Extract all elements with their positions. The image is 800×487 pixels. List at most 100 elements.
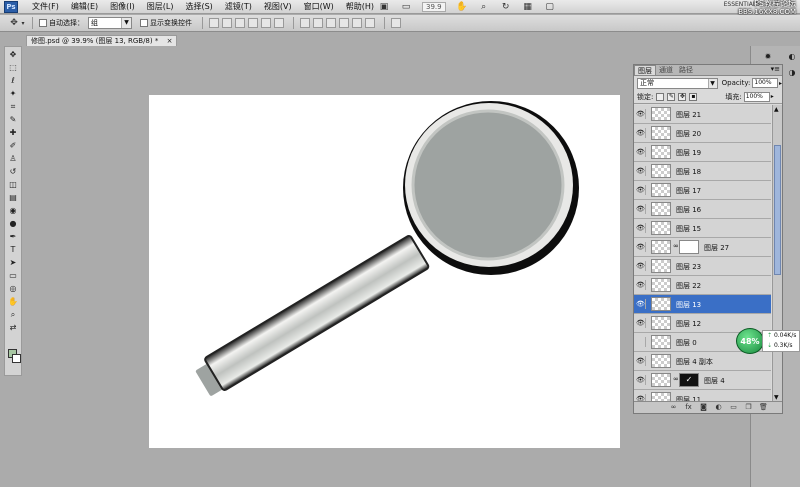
clone-stamp-tool-icon[interactable]: ♙ bbox=[6, 153, 20, 164]
close-icon[interactable]: × bbox=[167, 37, 173, 45]
layer-style-icon[interactable]: fx bbox=[684, 403, 693, 412]
gradient-tool-icon[interactable]: ▤ bbox=[6, 192, 20, 203]
pen-tool-icon[interactable]: ✒ bbox=[6, 231, 20, 242]
layer-thumbnail[interactable] bbox=[651, 297, 671, 311]
document-canvas[interactable] bbox=[149, 95, 620, 448]
layer-thumbnail[interactable] bbox=[651, 221, 671, 235]
marquee-tool-icon[interactable]: ⬚ bbox=[6, 62, 20, 73]
blend-mode-dropdown[interactable]: 正常 ▼ bbox=[637, 77, 718, 89]
layer-row[interactable]: 👁 图层 20 bbox=[634, 124, 771, 143]
layer-row[interactable]: 👁 图层 16 bbox=[634, 200, 771, 219]
distribute-hcenter-button[interactable] bbox=[352, 18, 362, 28]
zoom-tool-icon[interactable]: ⌕ bbox=[478, 2, 490, 13]
tab-paths[interactable]: 路径 bbox=[676, 65, 696, 75]
lasso-tool-icon[interactable]: ℓ bbox=[6, 75, 20, 86]
panel-menu-icon[interactable]: ▾≡ bbox=[771, 65, 780, 73]
menu-window[interactable]: 窗口(W) bbox=[304, 1, 334, 12]
visibility-eye-icon[interactable]: 👁 bbox=[636, 204, 646, 214]
layer-row[interactable]: 👁 图层 13 bbox=[634, 295, 771, 314]
layer-row[interactable]: 👁 图层 18 bbox=[634, 162, 771, 181]
visibility-eye-icon[interactable]: 👁 bbox=[636, 299, 646, 309]
layer-thumbnail[interactable] bbox=[651, 202, 671, 216]
layer-thumbnail[interactable] bbox=[651, 107, 671, 121]
view-extras-icon[interactable]: ▭ bbox=[400, 2, 412, 13]
shape-tool-icon[interactable]: ▭ bbox=[6, 270, 20, 281]
distribute-left-button[interactable] bbox=[339, 18, 349, 28]
move-tool-icon[interactable]: ✥ bbox=[6, 49, 20, 60]
distribute-bottom-button[interactable] bbox=[326, 18, 336, 28]
delete-layer-icon[interactable]: 🗑 bbox=[759, 403, 768, 412]
menu-image[interactable]: 图像(I) bbox=[110, 1, 135, 12]
layer-thumbnail[interactable] bbox=[651, 164, 671, 178]
menu-view[interactable]: 视图(V) bbox=[264, 1, 292, 12]
menu-layer[interactable]: 图层(L) bbox=[147, 1, 174, 12]
screen-mode-icon[interactable]: ▢ bbox=[544, 2, 556, 13]
align-hcenter-button[interactable] bbox=[261, 18, 271, 28]
swap-colors-icon[interactable]: ⇄ bbox=[6, 322, 20, 333]
link-icon[interactable]: ∞ bbox=[673, 242, 679, 250]
layer-row[interactable]: 👁 图层 4 副本 bbox=[634, 352, 771, 371]
eraser-tool-icon[interactable]: ◫ bbox=[6, 179, 20, 190]
chevron-right-icon[interactable]: ▸ bbox=[771, 93, 774, 100]
brush-tool-icon[interactable]: ✐ bbox=[6, 140, 20, 151]
history-brush-tool-icon[interactable]: ↺ bbox=[6, 166, 20, 177]
zoom-tool-icon[interactable]: ⌕ bbox=[6, 309, 20, 320]
distribute-right-button[interactable] bbox=[365, 18, 375, 28]
layer-row[interactable]: 👁 ∞ ✓ 图层 4 bbox=[634, 371, 771, 390]
visibility-eye-icon[interactable]: 👁 bbox=[636, 185, 646, 195]
opacity-input[interactable]: 100% bbox=[752, 78, 778, 88]
path-selection-tool-icon[interactable]: ➤ bbox=[6, 257, 20, 268]
layer-row[interactable]: 👁 图层 23 bbox=[634, 257, 771, 276]
network-usage-ball[interactable]: 48% bbox=[736, 328, 764, 354]
rotate-view-icon[interactable]: ↻ bbox=[500, 2, 512, 13]
3d-rotate-tool-icon[interactable]: ◎ bbox=[6, 283, 20, 294]
auto-align-layers-button[interactable] bbox=[391, 18, 401, 28]
dodge-tool-icon[interactable]: ● bbox=[6, 218, 20, 229]
align-right-button[interactable] bbox=[274, 18, 284, 28]
align-left-button[interactable] bbox=[248, 18, 258, 28]
distribute-top-button[interactable] bbox=[300, 18, 310, 28]
adjustments-icon[interactable]: ◐ bbox=[787, 52, 797, 62]
layer-thumbnail[interactable] bbox=[651, 335, 671, 349]
zoom-level[interactable]: 39.9 bbox=[422, 2, 446, 12]
visibility-eye-icon[interactable]: 👁 bbox=[636, 261, 646, 271]
link-icon[interactable]: ∞ bbox=[673, 375, 679, 383]
visibility-eye-icon[interactable]: 👁 bbox=[636, 223, 646, 233]
styles-icon[interactable]: ◑ bbox=[787, 68, 797, 78]
menu-filter[interactable]: 滤镜(T) bbox=[225, 1, 252, 12]
lock-image-icon[interactable]: ✎ bbox=[667, 92, 676, 101]
visibility-eye-icon[interactable]: 👁 bbox=[636, 375, 646, 385]
layer-row[interactable]: 👁 图层 21 bbox=[634, 105, 771, 124]
visibility-eye-icon[interactable]: 👁 bbox=[636, 166, 646, 176]
link-layers-icon[interactable]: ∞ bbox=[669, 403, 678, 412]
layer-thumbnail[interactable] bbox=[651, 183, 671, 197]
scroll-up-icon[interactable]: ▲ bbox=[774, 106, 779, 113]
lock-position-icon[interactable]: ✥ bbox=[678, 92, 687, 101]
menu-edit[interactable]: 编辑(E) bbox=[71, 1, 98, 12]
layer-mask-thumbnail[interactable] bbox=[679, 240, 699, 254]
auto-select-checkbox[interactable] bbox=[39, 19, 47, 27]
layer-thumbnail[interactable] bbox=[651, 316, 671, 330]
scroll-thumb[interactable] bbox=[774, 145, 781, 275]
tab-channels[interactable]: 通道 bbox=[656, 65, 676, 75]
layer-row[interactable]: 👁 图层 17 bbox=[634, 181, 771, 200]
chevron-down-icon[interactable]: ▾ bbox=[20, 18, 26, 29]
chevron-right-icon[interactable]: ▸ bbox=[779, 80, 782, 87]
layer-row[interactable]: 👁 图层 22 bbox=[634, 276, 771, 295]
layer-thumbnail[interactable] bbox=[651, 240, 671, 254]
crop-tool-icon[interactable]: ⌗ bbox=[6, 101, 20, 112]
type-tool-icon[interactable]: T bbox=[6, 244, 20, 255]
adjustment-layer-icon[interactable]: ◐ bbox=[714, 403, 723, 412]
auto-select-dropdown[interactable]: 组 ▼ bbox=[88, 17, 132, 29]
align-bottom-button[interactable] bbox=[235, 18, 245, 28]
eyedropper-tool-icon[interactable]: ✎ bbox=[6, 114, 20, 125]
visibility-eye-icon[interactable]: 👁 bbox=[636, 147, 646, 157]
lock-all-icon[interactable]: ▪ bbox=[689, 92, 698, 101]
visibility-eye-icon[interactable] bbox=[636, 337, 646, 347]
visibility-eye-icon[interactable]: 👁 bbox=[636, 109, 646, 119]
distribute-vcenter-button[interactable] bbox=[313, 18, 323, 28]
move-tool-preset-icon[interactable]: ✥ bbox=[8, 18, 20, 29]
layer-thumbnail[interactable] bbox=[651, 373, 671, 387]
layer-thumbnail[interactable] bbox=[651, 126, 671, 140]
layer-thumbnail[interactable] bbox=[651, 259, 671, 273]
